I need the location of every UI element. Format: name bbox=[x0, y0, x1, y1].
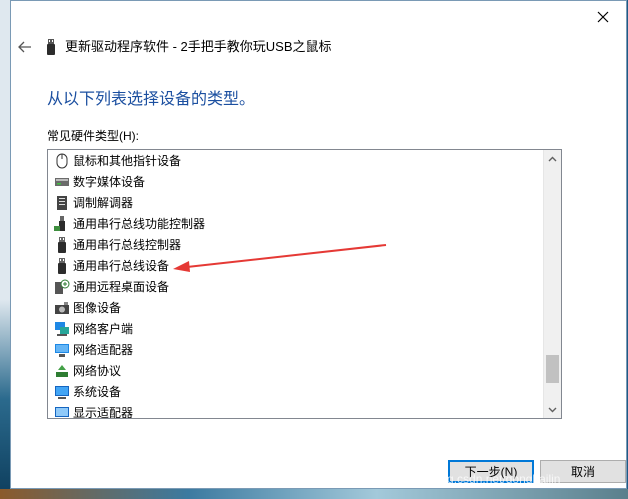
remote-desktop-icon bbox=[54, 279, 70, 295]
display-adapter-icon bbox=[54, 405, 70, 419]
list-item-label: 显示适配器 bbox=[73, 406, 134, 419]
hardware-type-items: 鼠标和其他指针设备 数字媒体设备 调制解调器 通用串行总线功能控制器 通用串行总线控制器… bbox=[48, 150, 543, 419]
modem-icon bbox=[54, 195, 70, 211]
desktop-background-left bbox=[0, 0, 10, 499]
list-item[interactable]: 显示适配器 bbox=[48, 402, 543, 419]
list-item[interactable]: 网络客户端 bbox=[48, 318, 543, 339]
navigation-row: 更新驱动程序软件 - 2手把手教你玩USB之鼠标 bbox=[11, 33, 626, 61]
list-item-label: 通用串行总线设备 bbox=[73, 259, 170, 273]
list-item-label: 通用远程桌面设备 bbox=[73, 280, 170, 294]
list-item[interactable]: 图像设备 bbox=[48, 297, 543, 318]
list-item[interactable]: 系统设备 bbox=[48, 381, 543, 402]
watermark: https://blog.csdn.net/donghailin bbox=[395, 472, 561, 486]
list-item-label: 网络客户端 bbox=[73, 322, 134, 336]
list-item[interactable]: 网络适配器 bbox=[48, 339, 543, 360]
list-item-label: 鼠标和其他指针设备 bbox=[73, 154, 182, 168]
list-item-label: 网络适配器 bbox=[73, 343, 134, 357]
list-item-label: 通用串行总线功能控制器 bbox=[73, 217, 206, 231]
list-item[interactable]: 鼠标和其他指针设备 bbox=[48, 150, 543, 171]
update-driver-dialog: 更新驱动程序软件 - 2手把手教你玩USB之鼠标 从以下列表选择设备的类型。 常… bbox=[10, 0, 627, 489]
usb-device-icon bbox=[46, 39, 56, 55]
list-item-label: 数字媒体设备 bbox=[73, 175, 146, 189]
scroll-thumb[interactable] bbox=[546, 355, 559, 383]
network-client-icon bbox=[54, 321, 70, 337]
back-button[interactable] bbox=[15, 37, 35, 57]
scroll-up-button[interactable] bbox=[544, 150, 561, 167]
media-device-icon bbox=[54, 174, 70, 190]
window-title: 更新驱动程序软件 - 2手把手教你玩USB之鼠标 bbox=[65, 39, 332, 54]
system-device-icon bbox=[54, 384, 70, 400]
camera-icon bbox=[54, 300, 70, 316]
vertical-scrollbar[interactable] bbox=[543, 150, 561, 418]
list-item[interactable]: 数字媒体设备 bbox=[48, 171, 543, 192]
annotation-arrow bbox=[173, 244, 387, 272]
list-item[interactable]: 通用串行总线功能控制器 bbox=[48, 213, 543, 234]
list-item-label: 系统设备 bbox=[73, 385, 122, 399]
list-item[interactable]: 网络协议 bbox=[48, 360, 543, 381]
close-icon bbox=[597, 11, 609, 23]
list-item-label: 图像设备 bbox=[73, 301, 122, 315]
list-item-label: 网络协议 bbox=[73, 364, 122, 378]
desktop-background-bottom bbox=[0, 489, 628, 499]
network-protocol-icon bbox=[54, 363, 70, 379]
back-arrow-icon bbox=[18, 41, 31, 53]
page-heading: 从以下列表选择设备的类型。 bbox=[47, 91, 256, 108]
hardware-type-listbox[interactable]: 鼠标和其他指针设备 数字媒体设备 调制解调器 通用串行总线功能控制器 通用串行总线控制器… bbox=[47, 149, 562, 419]
mouse-icon bbox=[54, 153, 70, 169]
scroll-down-button[interactable] bbox=[544, 401, 561, 418]
hardware-type-label: 常见硬件类型(H): bbox=[47, 129, 139, 143]
network-adapter-icon bbox=[54, 342, 70, 358]
close-button[interactable] bbox=[593, 7, 613, 27]
list-item-label: 调制解调器 bbox=[73, 196, 134, 210]
chevron-up-icon bbox=[548, 156, 557, 161]
list-item[interactable]: 调制解调器 bbox=[48, 192, 543, 213]
usb-plug-icon bbox=[54, 257, 70, 274]
usb-plug-icon bbox=[54, 236, 70, 253]
chevron-down-icon bbox=[548, 407, 557, 412]
list-item[interactable]: 通用远程桌面设备 bbox=[48, 276, 543, 297]
usb-controller-icon bbox=[54, 215, 70, 232]
